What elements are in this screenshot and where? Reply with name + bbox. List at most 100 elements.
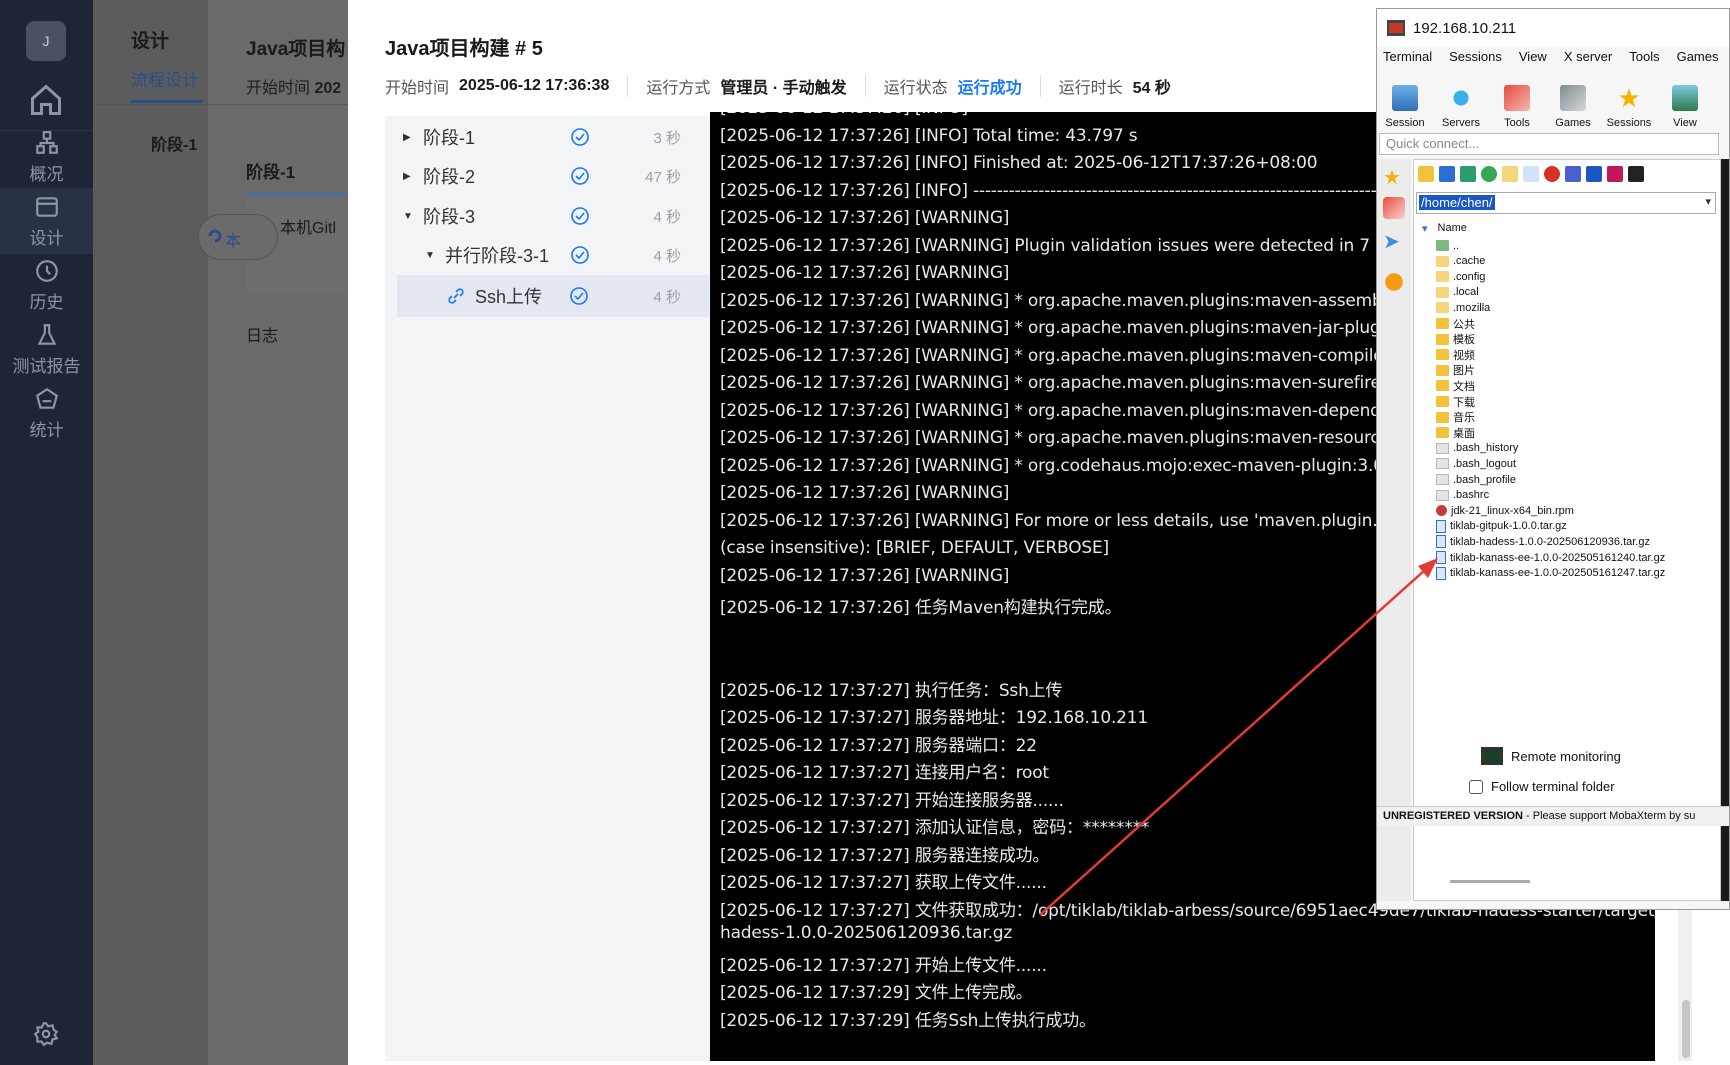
tab-flow-design[interactable]: 流程设计	[131, 66, 199, 91]
macro-icon[interactable]	[1383, 271, 1405, 293]
remote-monitoring-button[interactable]: Remote monitoring	[1481, 747, 1621, 765]
list-item[interactable]: .bash_profile	[1436, 472, 1516, 487]
file-list-header[interactable]: ▾ Name	[1422, 222, 1467, 235]
menu-terminal[interactable]: Terminal	[1383, 49, 1432, 71]
app-logo[interactable]: J	[26, 21, 66, 61]
list-item[interactable]: .mozilla	[1436, 300, 1490, 315]
duration-value: 54 秒	[1132, 80, 1171, 97]
menu-tools[interactable]: Tools	[1629, 49, 1659, 71]
list-item[interactable]: 公共	[1436, 316, 1475, 331]
star-icon[interactable]: ★	[1383, 167, 1405, 189]
list-item[interactable]: tiklab-kanass-ee-1.0.0-202505161240.tar.…	[1436, 550, 1665, 565]
folder-up-icon[interactable]	[1418, 166, 1434, 182]
tree-node-time: 4 秒	[653, 247, 681, 265]
tree-node-stage-2[interactable]: ▶ 阶段-2 47 秒	[403, 157, 703, 195]
unregistered-label: UNREGISTERED VERSION	[1383, 810, 1523, 822]
menu-sessions[interactable]: Sessions	[1449, 49, 1502, 71]
refresh-icon[interactable]	[1481, 166, 1497, 182]
remote-monitoring-label: Remote monitoring	[1511, 748, 1621, 764]
view-icon	[1672, 85, 1698, 111]
console-scrollbar-thumb[interactable]	[1682, 1000, 1690, 1058]
edit-icon[interactable]	[1607, 166, 1623, 182]
run-status-label: 运行状态	[883, 80, 948, 97]
tree-node-stage-1[interactable]: ▶ 阶段-1 3 秒	[403, 118, 703, 156]
sidebar-item-test-report[interactable]: 测试报告	[0, 316, 93, 382]
moba-menubar: Terminal Sessions View X server Tools Ga…	[1377, 49, 1729, 71]
list-item[interactable]: 模板	[1436, 332, 1475, 347]
toolbar-view-button[interactable]: View	[1657, 73, 1713, 131]
tree-node-label: 阶段-3	[423, 207, 476, 227]
menu-xserver[interactable]: X server	[1564, 49, 1612, 71]
download-icon[interactable]	[1439, 166, 1455, 182]
list-item[interactable]: 下载	[1436, 394, 1475, 409]
toolbar-session-button[interactable]: Session	[1377, 73, 1433, 131]
properties-icon[interactable]	[1586, 166, 1602, 182]
log-line: [2025-06-12 17:37:29] 文件上传完成。	[720, 983, 1033, 1003]
list-item[interactable]: 音乐	[1436, 410, 1475, 425]
tree-node-time: 4 秒	[653, 208, 681, 226]
follow-terminal-folder-checkbox[interactable]: Follow terminal folder	[1469, 779, 1615, 794]
file-icon	[1436, 489, 1449, 501]
file-name: tiklab-kanass-ee-1.0.0-202505161247.tar.…	[1450, 567, 1666, 580]
menu-view[interactable]: View	[1519, 49, 1547, 71]
list-item[interactable]: .bash_history	[1436, 441, 1518, 456]
status-text: - Please support MobaXterm by su	[1522, 810, 1696, 822]
package-icon	[1436, 505, 1447, 517]
sidebar-item-overview[interactable]: 概况	[0, 124, 93, 190]
sftp-path-field[interactable]: /home/chen/ ▾	[1416, 192, 1716, 214]
file-name: ..	[1453, 239, 1460, 252]
gear-icon[interactable]	[33, 1021, 59, 1047]
list-item[interactable]: tiklab-gitpuk-1.0.0.tar.gz	[1436, 519, 1567, 534]
sftp-hscrollbar[interactable]	[1450, 880, 1530, 883]
home-icon[interactable]	[28, 82, 64, 118]
moba-statusbar: UNREGISTERED VERSION - Please support Mo…	[1377, 806, 1729, 826]
upload-icon[interactable]	[1460, 166, 1476, 182]
send-icon[interactable]: ➤	[1383, 231, 1405, 253]
list-item[interactable]: 桌面	[1436, 425, 1475, 440]
list-item[interactable]: 视频	[1436, 347, 1475, 362]
list-item[interactable]: .local	[1436, 285, 1479, 300]
toolbar-label: View	[1673, 117, 1697, 129]
tree-node-stage-3[interactable]: ▼ 阶段-3 4 秒	[403, 197, 703, 235]
toolbar-games-button[interactable]: Games	[1545, 73, 1601, 131]
moba-toolbar: Session Servers Tools Games ★ Sessions Vi…	[1377, 73, 1729, 131]
rename-icon[interactable]	[1565, 166, 1581, 182]
list-item[interactable]: tiklab-kanass-ee-1.0.0-202505161247.tar.…	[1436, 566, 1665, 581]
terminal-icon[interactable]	[1628, 166, 1644, 182]
list-item[interactable]: .cache	[1436, 254, 1485, 269]
sidebar-item-statistics[interactable]: 统计	[0, 380, 93, 446]
checkbox[interactable]	[1469, 779, 1483, 794]
list-item[interactable]: 文档	[1436, 378, 1475, 393]
tree-node-ssh-upload[interactable]: Ssh上传 4 秒	[397, 275, 709, 317]
design-title: 设计	[131, 31, 170, 52]
folder-icon	[1436, 255, 1449, 267]
quick-connect-input[interactable]: Quick connect...	[1379, 133, 1719, 155]
delete-icon[interactable]	[1544, 166, 1560, 182]
menu-games[interactable]: Games	[1677, 49, 1719, 71]
sidebar-item-history[interactable]: 历史	[0, 252, 93, 318]
log-line: [2025-06-12 17:37:26] [INFO] -----------…	[720, 112, 1400, 118]
list-item[interactable]: ..	[1436, 238, 1459, 253]
gitlab-node[interactable]: 本	[198, 214, 278, 260]
column-name: Name	[1437, 222, 1467, 234]
list-item[interactable]: .bashrc	[1436, 488, 1489, 503]
sidebar-item-design[interactable]: 设计	[0, 188, 93, 254]
list-item[interactable]: .config	[1436, 269, 1485, 284]
start-label: 开始时间	[246, 80, 311, 97]
file-name: tiklab-hadess-1.0.0-202506120936.tar.gz	[1450, 535, 1650, 548]
toolbar-sessions-button[interactable]: ★ Sessions	[1601, 73, 1657, 131]
list-item[interactable]: 图片	[1436, 363, 1475, 378]
chevron-down-icon[interactable]: ▾	[1705, 195, 1711, 208]
toolbar-servers-button[interactable]: Servers	[1433, 73, 1489, 131]
new-folder-icon[interactable]	[1502, 166, 1518, 182]
list-item[interactable]: .bash_logout	[1436, 456, 1516, 471]
new-file-icon[interactable]	[1523, 166, 1539, 182]
tools-tab-icon[interactable]	[1383, 197, 1405, 219]
list-item[interactable]: tiklab-hadess-1.0.0-202506120936.tar.gz	[1436, 534, 1650, 549]
tree-node-parallel-stage[interactable]: ▼ 并行阶段-3-1 4 秒	[425, 236, 703, 274]
sidebar-item-label: 统计	[29, 420, 64, 440]
toolbar-tools-button[interactable]: Tools	[1489, 73, 1545, 131]
folder-icon	[1436, 302, 1449, 314]
list-item[interactable]: jdk-21_linux-x64_bin.rpm	[1436, 503, 1574, 518]
folder-icon	[1436, 427, 1449, 439]
